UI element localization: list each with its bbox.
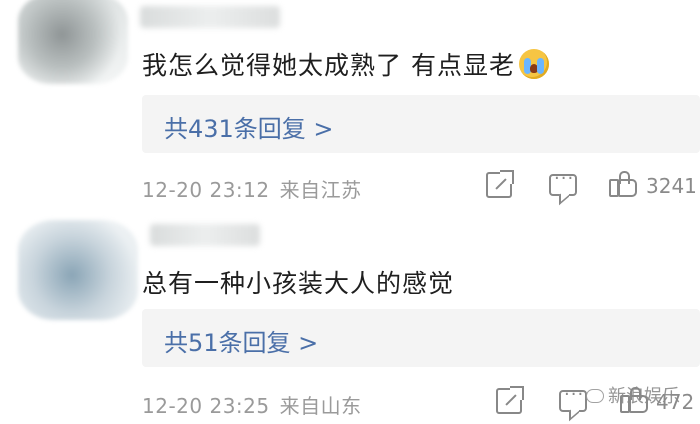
comment-location: 来自山东 xyxy=(279,394,362,418)
share-button[interactable] xyxy=(496,386,524,416)
avatar[interactable] xyxy=(18,220,138,320)
share-button[interactable] xyxy=(486,170,514,200)
username-blurred[interactable] xyxy=(150,224,260,246)
reply-box[interactable]: 共431条回复 > xyxy=(142,95,700,153)
crying-face-emoji-icon xyxy=(518,49,549,79)
comment-icon xyxy=(549,168,577,196)
share-icon xyxy=(486,170,514,198)
comment-meta: 12-20 23:25 来自山东 xyxy=(142,390,362,419)
reply-box[interactable]: 共51条回复 > xyxy=(142,309,700,367)
comment-meta: 12-20 23:12 来自江苏 xyxy=(142,174,362,203)
comment-text: 总有一种小孩装大人的感觉 xyxy=(142,269,455,298)
username-blurred[interactable] xyxy=(140,6,280,28)
thumbs-up-icon xyxy=(609,171,637,197)
like-button[interactable] xyxy=(609,171,637,199)
comment-location: 来自江苏 xyxy=(279,178,362,202)
comment-time: 12-20 23:25 xyxy=(142,394,270,418)
view-replies-link[interactable]: 共51条回复 > xyxy=(164,323,318,358)
comment-text: 我怎么觉得她太成熟了 有点显老 xyxy=(142,46,549,82)
avatar[interactable] xyxy=(18,0,128,84)
reply-button[interactable] xyxy=(559,384,587,416)
share-icon xyxy=(496,386,524,414)
reply-button[interactable] xyxy=(549,168,577,200)
view-replies-link[interactable]: 共431条回复 > xyxy=(164,109,334,144)
comment-time: 12-20 23:12 xyxy=(142,178,270,202)
wechat-icon xyxy=(586,389,604,403)
comment-icon xyxy=(559,384,587,412)
like-count: 3241 xyxy=(646,174,697,198)
watermark: 新浪娱乐 xyxy=(586,382,680,408)
comment-item: 我怎么觉得她太成熟了 有点显老 共431条回复 > 12-20 23:12 来自江… xyxy=(0,0,700,212)
